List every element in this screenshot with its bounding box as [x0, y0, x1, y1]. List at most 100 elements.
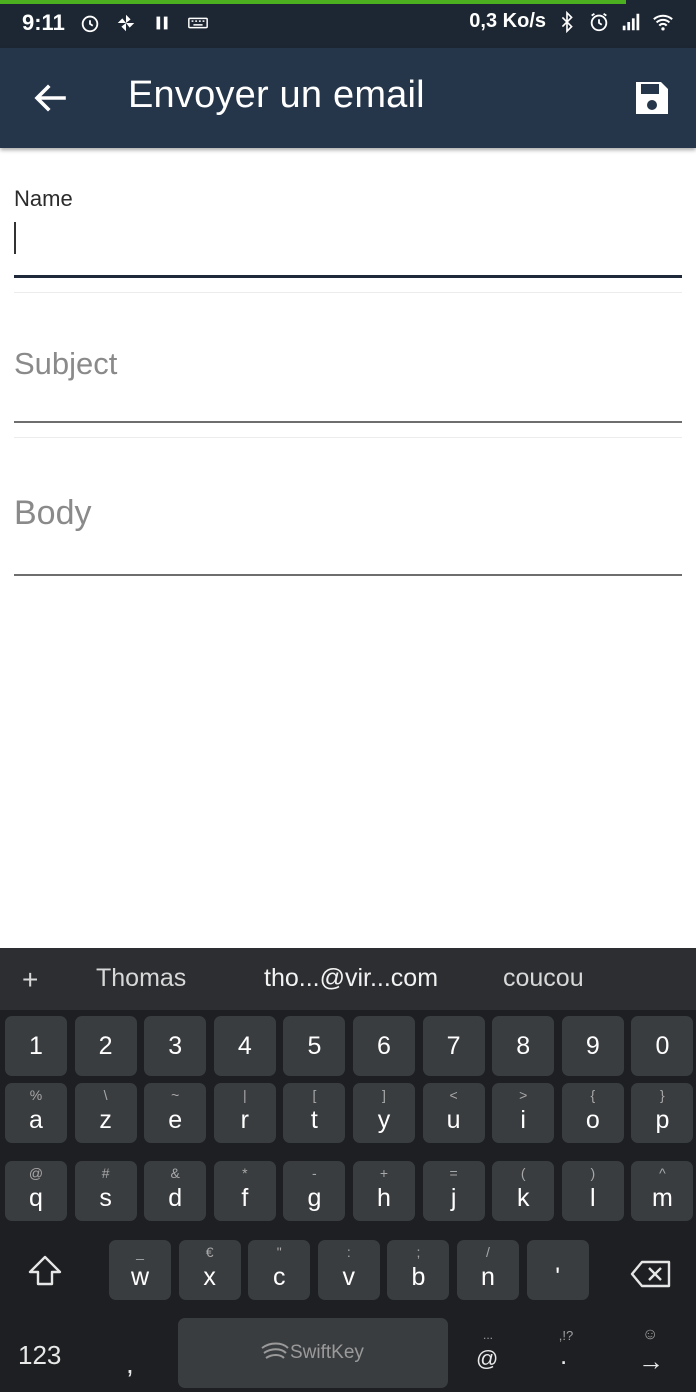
key-j[interactable]: = j — [422, 1161, 485, 1221]
key-x[interactable]: € x — [178, 1240, 241, 1300]
key-s-alt: # — [101, 1165, 110, 1181]
alarm-icon — [590, 12, 608, 31]
enter-key[interactable]: → — [638, 1346, 664, 1377]
key-q[interactable]: @ q — [5, 1161, 67, 1221]
key-m[interactable]: ^ m — [631, 1161, 694, 1221]
key-7-label: 7 — [446, 1032, 461, 1060]
key-r-alt: | — [242, 1087, 247, 1103]
floppy-disk-icon[interactable] — [632, 78, 672, 118]
key-p-label: p — [655, 1106, 670, 1134]
key-v-label: v — [342, 1263, 356, 1291]
expand-toolbar-button[interactable]: + — [22, 964, 38, 996]
text-cursor — [14, 222, 16, 254]
key-k-alt: ( — [520, 1165, 526, 1181]
numbers-key[interactable]: 123 — [18, 1340, 61, 1371]
key-7[interactable]: 7 — [422, 1016, 485, 1076]
key-d-label: d — [168, 1184, 183, 1212]
comma-key[interactable]: , — [126, 1348, 134, 1380]
key-i[interactable]: > i — [492, 1083, 555, 1143]
suggestion-1[interactable]: Thomas — [96, 964, 186, 993]
key-z-alt: \ — [103, 1087, 108, 1103]
key-f[interactable]: * f — [213, 1161, 276, 1221]
key-j-label: j — [450, 1184, 457, 1212]
key-q-label: q — [29, 1184, 43, 1212]
space-bar[interactable]: SwiftKey — [178, 1318, 448, 1388]
key-c[interactable]: " c — [248, 1240, 311, 1300]
pause-icon — [156, 16, 168, 30]
body-placeholder: Body — [14, 494, 92, 532]
key-9[interactable]: 9 — [561, 1016, 624, 1076]
key-w-label: w — [130, 1263, 150, 1291]
status-time: 9:11 — [22, 10, 65, 35]
key-d[interactable]: & d — [144, 1161, 207, 1221]
name-underline-active — [14, 275, 682, 278]
status-right: 0,3 Ko/s — [469, 10, 674, 33]
key-8[interactable]: 8 — [492, 1016, 555, 1076]
key-2[interactable]: 2 — [74, 1016, 137, 1076]
key-u-label: u — [446, 1106, 461, 1134]
body-field[interactable]: Body — [14, 494, 682, 574]
download-progress-bar — [0, 0, 627, 4]
key-n[interactable]: / n — [457, 1240, 519, 1300]
key-u-alt: < — [449, 1087, 458, 1103]
key-v-alt: : — [346, 1244, 351, 1260]
key-y[interactable]: ] y — [353, 1083, 415, 1143]
key-f-label: f — [241, 1184, 249, 1212]
at-key[interactable]: @ — [476, 1346, 498, 1372]
status-bar: 9:11 0,3 Ko/s — [0, 0, 696, 48]
key-w[interactable]: _ w — [109, 1240, 171, 1300]
key-l[interactable]: ) l — [561, 1161, 624, 1221]
key-f-alt: * — [242, 1165, 248, 1181]
key-v[interactable]: :v — [317, 1240, 380, 1300]
key-apostrophe-label: ' — [555, 1263, 560, 1291]
swiftkey-logo-icon — [261, 1342, 289, 1359]
key-z[interactable]: \ z — [74, 1083, 137, 1143]
key-5-label: 5 — [307, 1032, 322, 1060]
key-u[interactable]: < u — [422, 1083, 485, 1143]
at-key-alt: ... — [482, 1328, 493, 1342]
suggestion-bar: + Thomas tho...@vir...com coucou — [0, 948, 696, 1010]
key-h-alt: + — [379, 1165, 389, 1181]
period-key[interactable]: . — [560, 1340, 567, 1371]
key-t[interactable]: [t — [283, 1083, 346, 1143]
key-t-alt: [ — [312, 1087, 317, 1103]
key-5[interactable]: 5 — [283, 1016, 346, 1076]
key-3[interactable]: 3 — [144, 1016, 207, 1076]
status-left: 9:11 — [22, 10, 209, 36]
backspace-icon[interactable] — [630, 1260, 672, 1288]
key-l-label: l — [590, 1184, 596, 1212]
key-r[interactable]: | r — [213, 1083, 276, 1143]
key-p[interactable]: } p — [631, 1083, 694, 1143]
key-k[interactable]: (k — [492, 1161, 555, 1221]
key-n-alt: / — [486, 1244, 490, 1260]
key-e[interactable]: ~ e — [144, 1083, 207, 1143]
key-1[interactable]: 1 — [5, 1016, 67, 1076]
key-6[interactable]: 6 — [353, 1016, 415, 1076]
soft-keyboard: + Thomas tho...@vir...com coucou 1234567… — [0, 948, 696, 1392]
key-e-alt: ~ — [171, 1087, 180, 1103]
key-c-label: c — [272, 1263, 286, 1291]
key-0[interactable]: 0 — [631, 1016, 694, 1076]
key-b[interactable]: ; b — [387, 1240, 450, 1300]
subject-field[interactable]: Subject — [14, 346, 682, 422]
name-input[interactable] — [14, 186, 682, 276]
key-o[interactable]: {o — [561, 1083, 624, 1143]
key-g[interactable]: -g — [283, 1161, 346, 1221]
key-w-alt: _ — [136, 1244, 144, 1260]
key-apostrophe[interactable]: ' — [526, 1240, 589, 1300]
arrow-left-icon[interactable] — [30, 78, 70, 118]
key-z-label: z — [99, 1106, 112, 1134]
key-y-label: y — [377, 1106, 391, 1134]
key-h-label: h — [377, 1184, 391, 1212]
key-x-alt: € — [205, 1244, 214, 1260]
key-0-label: 0 — [655, 1032, 670, 1060]
key-s[interactable]: # s — [74, 1161, 137, 1221]
key-i-alt: > — [519, 1087, 528, 1103]
key-a[interactable]: % a — [5, 1083, 67, 1143]
suggestion-3[interactable]: coucou — [503, 964, 584, 993]
key-h[interactable]: + h — [353, 1161, 415, 1221]
shift-icon[interactable] — [26, 1254, 64, 1288]
key-4[interactable]: 4 — [213, 1016, 276, 1076]
key-k-label: k — [516, 1184, 530, 1212]
suggestion-2[interactable]: tho...@vir...com — [264, 964, 438, 993]
